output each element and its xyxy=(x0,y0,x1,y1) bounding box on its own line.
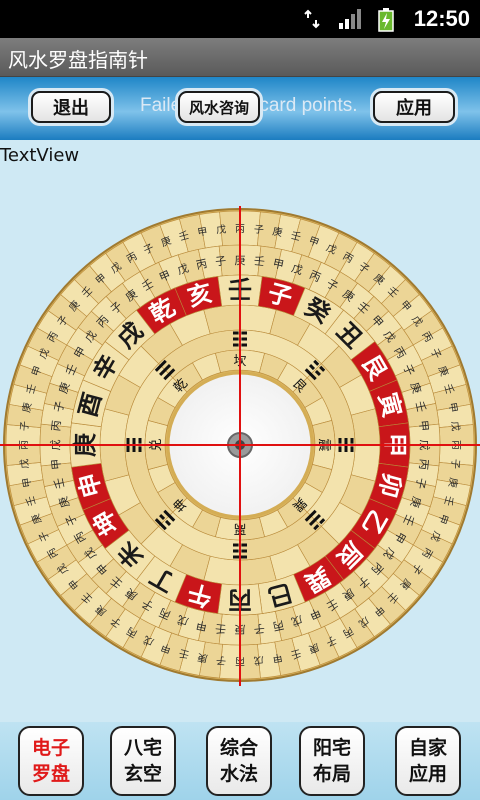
outer-ring-glyph: 戊 xyxy=(253,654,264,667)
battery-charging-icon xyxy=(378,8,394,36)
signal-icon xyxy=(338,8,364,34)
outer-ring-glyph: 子 xyxy=(18,421,31,432)
nav-house-layout[interactable]: 阳宅 布局 xyxy=(299,726,365,796)
compass-ring-segment xyxy=(203,304,241,335)
app-title: 风水罗盘指南针 xyxy=(8,48,148,72)
outer-ring-glyph: 戊 xyxy=(449,421,462,432)
status-bar: 12:50 xyxy=(0,0,480,38)
nav-electronic-compass[interactable]: 电子 罗盘 xyxy=(18,726,84,796)
ring-glyph: 子 xyxy=(253,621,265,635)
ring-glyph: 丙 xyxy=(49,420,63,432)
nav-bazhai-xuankong[interactable]: 八宅 玄空 xyxy=(110,726,176,796)
compass-ring-segment xyxy=(239,555,277,586)
nav-water-method[interactable]: 综合 水法 xyxy=(206,726,272,796)
consult-button[interactable]: 风水咨询 xyxy=(178,91,260,123)
ring-glyph: 壬 xyxy=(215,621,227,635)
ring-glyph: 壬 xyxy=(253,254,265,268)
outer-ring-glyph: 戊 xyxy=(216,223,227,236)
outer-ring-glyph: 子 xyxy=(216,654,227,667)
ring-glyph: 子 xyxy=(215,254,227,268)
title-bar: 风水罗盘指南针 xyxy=(0,38,480,77)
outer-ring-glyph: 甲 xyxy=(21,477,34,489)
ring-glyph: 甲 xyxy=(416,420,430,432)
compass-ring-segment xyxy=(99,444,130,482)
ring-glyph: 甲 xyxy=(49,458,63,470)
bottom-nav: 电子 罗盘 八宅 玄空 综合 水法 阳宅 布局 自家 应用 xyxy=(0,722,480,800)
status-time: 12:50 xyxy=(413,6,470,31)
toolbar: Failed to load card points. 退出 风水咨询 应用 xyxy=(0,77,480,140)
nav-home-apply[interactable]: 自家 应用 xyxy=(395,726,461,796)
apply-button[interactable]: 应用 xyxy=(373,91,455,123)
compass-ring-segment xyxy=(350,408,381,446)
feng-shui-compass[interactable]: 壬子癸丑艮寅甲卯乙辰巽巳丙午丁未坤申庚酉辛戌乾亥丙子庚壬甲戊丙子庚壬甲戊丙子庚壬… xyxy=(0,200,480,690)
ring-glyph: 丙 xyxy=(416,458,430,470)
exit-button[interactable]: 退出 xyxy=(31,91,111,123)
outer-ring-glyph: 子 xyxy=(253,223,264,236)
outer-ring-glyph: 甲 xyxy=(446,402,459,414)
text-view: TextView xyxy=(0,145,80,166)
outer-ring-glyph: 子 xyxy=(449,458,462,469)
outer-ring-glyph: 甲 xyxy=(272,651,284,664)
outer-ring-glyph: 甲 xyxy=(197,226,209,239)
outer-ring-glyph: 戊 xyxy=(18,458,31,469)
network-3g-icon xyxy=(303,8,321,30)
